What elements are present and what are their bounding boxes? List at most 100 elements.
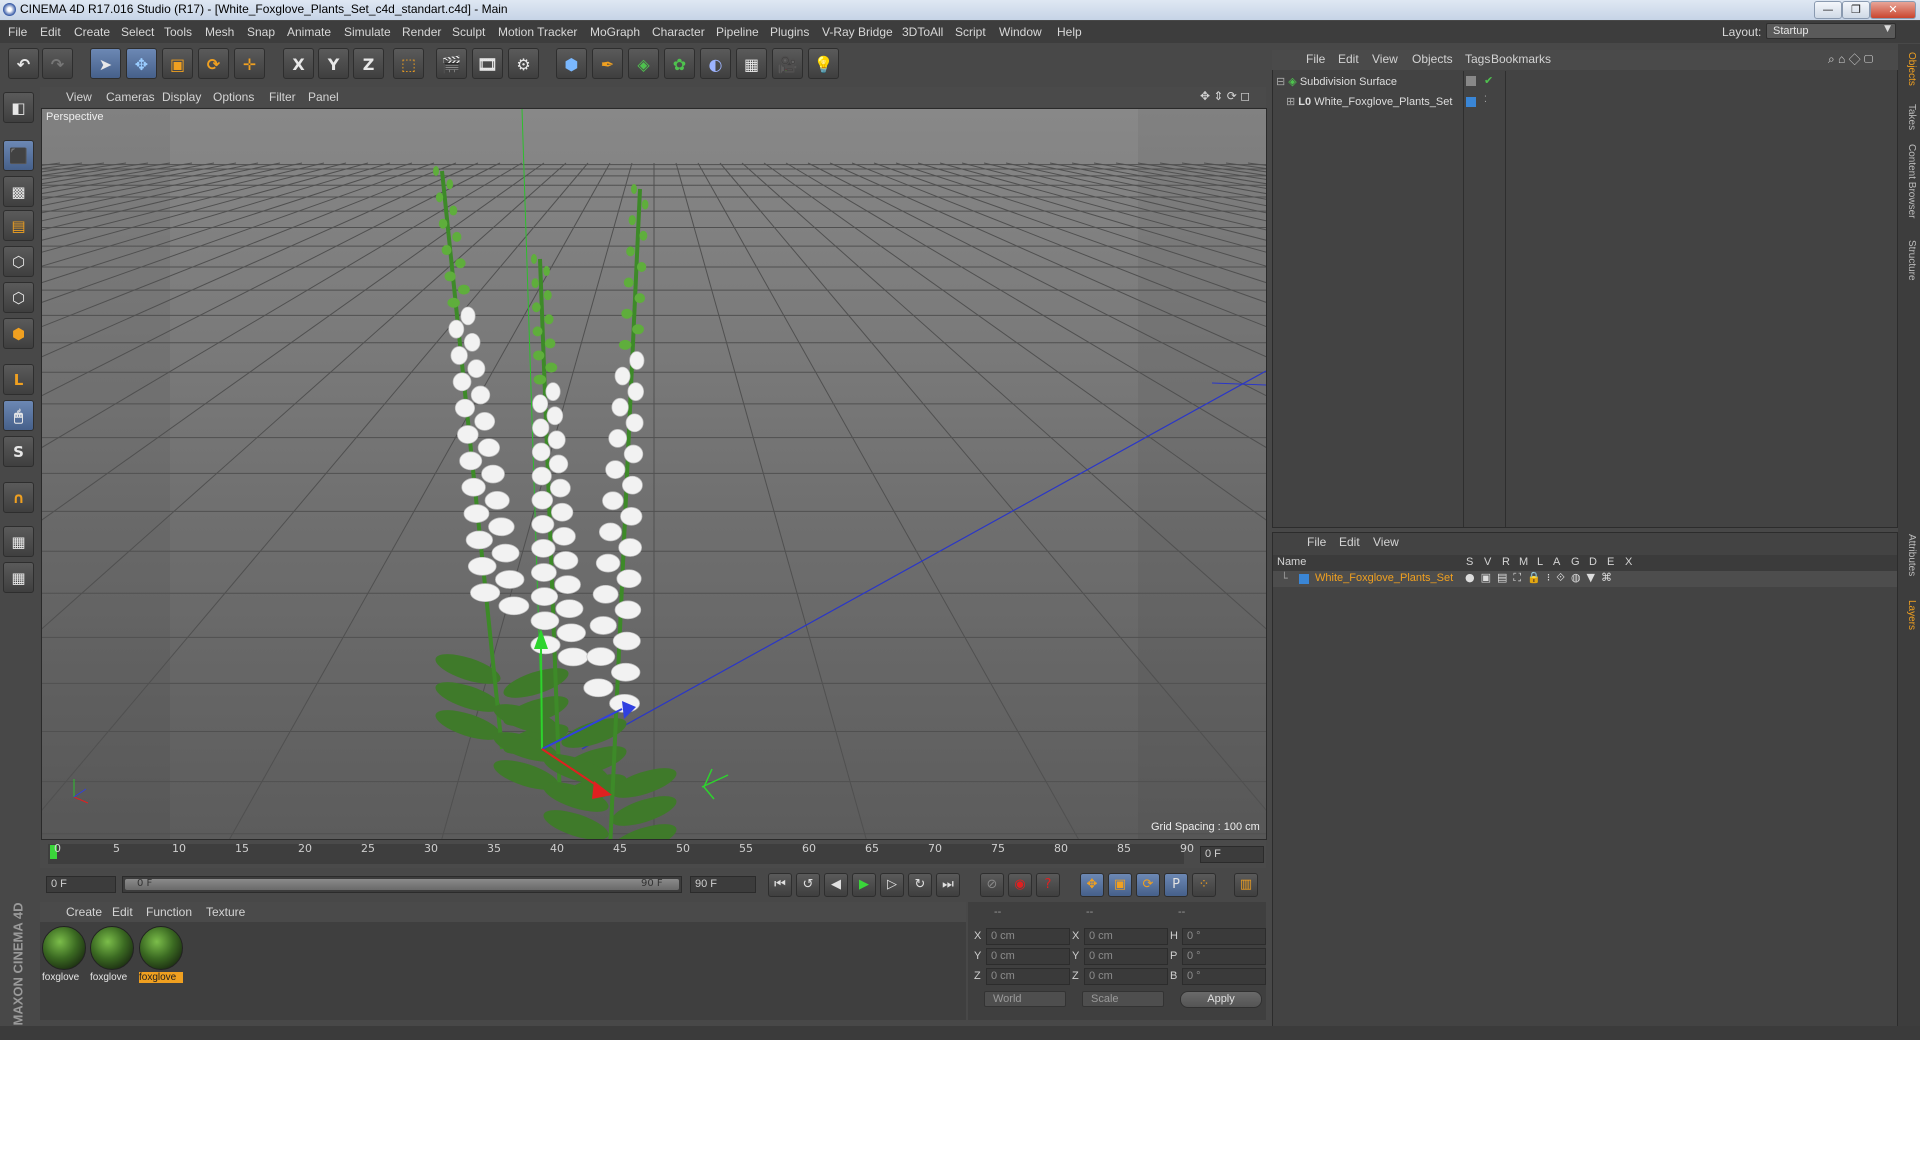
object-menu-objects[interactable]: Objects bbox=[1412, 52, 1453, 66]
subdivision-surface-button[interactable]: ◈ bbox=[628, 48, 659, 79]
timeline-window-button[interactable]: ▥ bbox=[1234, 873, 1258, 897]
recent-tool-button[interactable]: ✛ bbox=[234, 48, 265, 79]
record-keys-button[interactable]: ⊘ bbox=[980, 873, 1004, 897]
polygons-mode-button[interactable]: ⬢ bbox=[3, 318, 34, 349]
tab-attributes[interactable]: Attributes bbox=[1900, 534, 1917, 576]
next-key-button[interactable]: ↻ bbox=[908, 873, 932, 897]
autokey-button[interactable]: ◉ bbox=[1008, 873, 1032, 897]
render-view-button[interactable]: 🎬 bbox=[436, 48, 467, 79]
menu-character[interactable]: Character bbox=[652, 25, 705, 39]
coordinate-mode-dropdown[interactable]: World bbox=[984, 991, 1066, 1007]
position-z-field[interactable]: 0 cm bbox=[986, 968, 1070, 985]
menu-plugins[interactable]: Plugins bbox=[770, 25, 809, 39]
editor-visibility-icon[interactable] bbox=[1466, 76, 1476, 86]
material-menu-texture[interactable]: Texture bbox=[206, 905, 245, 919]
layer-color-swatch[interactable] bbox=[1299, 574, 1309, 584]
goto-end-button[interactable]: ⏭ bbox=[936, 873, 960, 897]
key-parameter-button[interactable]: P bbox=[1164, 873, 1188, 897]
z-axis-lock-button[interactable]: Z bbox=[353, 48, 384, 79]
play-button[interactable]: ▶ bbox=[852, 873, 876, 897]
scale-tool-button[interactable]: ▣ bbox=[162, 48, 193, 79]
redo-button[interactable]: ↷ bbox=[42, 48, 73, 79]
menu-render[interactable]: Render bbox=[402, 25, 441, 39]
enabled-check-icon[interactable]: ✔ bbox=[1484, 74, 1493, 87]
viewport-nav-icons[interactable]: ✥ ⇕ ⟳ ◻ bbox=[1200, 89, 1250, 103]
menu-mograph[interactable]: MoGraph bbox=[590, 25, 640, 39]
material-swatch-selected[interactable]: foxglove bbox=[139, 926, 183, 986]
move-tool-button[interactable]: ✥ bbox=[126, 48, 157, 79]
menu-tools[interactable]: Tools bbox=[164, 25, 192, 39]
tab-content-browser[interactable]: Content Browser bbox=[1900, 144, 1917, 218]
key-pla-button[interactable]: ⁘ bbox=[1192, 873, 1216, 897]
render-settings-button[interactable]: ⚙ bbox=[508, 48, 539, 79]
menu-animate[interactable]: Animate bbox=[287, 25, 331, 39]
material-menu-edit[interactable]: Edit bbox=[112, 905, 133, 919]
material-menu-create[interactable]: Create bbox=[66, 905, 102, 919]
position-x-field[interactable]: 0 cm bbox=[986, 928, 1070, 945]
x-axis-lock-button[interactable]: X bbox=[283, 48, 314, 79]
menu-snap[interactable]: Snap bbox=[247, 25, 275, 39]
floor-button[interactable]: ▦ bbox=[736, 48, 767, 79]
layout-dropdown[interactable]: Startup ▼ bbox=[1766, 23, 1896, 39]
object-menu-tags[interactable]: Tags bbox=[1465, 52, 1490, 66]
texture-mode-button[interactable]: ▩ bbox=[3, 176, 34, 207]
camera-button[interactable]: 🎥 bbox=[772, 48, 803, 79]
goto-start-button[interactable]: ⏮ bbox=[768, 873, 792, 897]
tweak-mode-button[interactable]: 🖱 bbox=[3, 400, 34, 431]
layer-menu-view[interactable]: View bbox=[1373, 535, 1399, 549]
range-slider-handle[interactable] bbox=[125, 879, 679, 890]
menu-pipeline[interactable]: Pipeline bbox=[716, 25, 759, 39]
object-menu-edit[interactable]: Edit bbox=[1338, 52, 1359, 66]
tab-objects[interactable]: Objects bbox=[1900, 52, 1917, 86]
cube-primitive-button[interactable]: ⬢ bbox=[556, 48, 587, 79]
material-swatch[interactable]: foxglove bbox=[42, 926, 86, 986]
menu-simulate[interactable]: Simulate bbox=[344, 25, 391, 39]
cloner-button[interactable]: ✿ bbox=[664, 48, 695, 79]
points-mode-button[interactable]: ⬡ bbox=[3, 246, 34, 277]
key-position-button[interactable]: ✥ bbox=[1080, 873, 1104, 897]
layer-menu-file[interactable]: File bbox=[1307, 535, 1326, 549]
menu-help[interactable]: Help bbox=[1057, 25, 1082, 39]
layer-color-icon[interactable] bbox=[1466, 97, 1476, 107]
object-menu-bookmarks[interactable]: Bookmarks bbox=[1491, 52, 1551, 66]
menu-sculpt[interactable]: Sculpt bbox=[452, 25, 485, 39]
tab-layers[interactable]: Layers bbox=[1900, 600, 1917, 630]
viewport-menu-panel[interactable]: Panel bbox=[308, 90, 339, 104]
viewport-menu-view[interactable]: View bbox=[66, 90, 92, 104]
keyframe-selection-button[interactable]: ? bbox=[1036, 873, 1060, 897]
visibility-dots-icon[interactable]: ⁚ bbox=[1484, 95, 1487, 105]
viewport-menu-cameras[interactable]: Cameras bbox=[106, 90, 155, 104]
tree-row-foxglove-set[interactable]: ⊞ L0 White_Foxglove_Plants_Set bbox=[1286, 95, 1452, 108]
size-z-field[interactable]: 0 cm bbox=[1084, 968, 1168, 985]
lock-workplane-button[interactable]: ▦ bbox=[3, 526, 34, 557]
menu-edit[interactable]: Edit bbox=[40, 25, 61, 39]
size-y-field[interactable]: 0 cm bbox=[1084, 948, 1168, 965]
menu-file[interactable]: File bbox=[8, 25, 27, 39]
viewport-menu-filter[interactable]: Filter bbox=[269, 90, 296, 104]
maximize-button[interactable]: ❐ bbox=[1842, 1, 1870, 19]
rotation-h-field[interactable]: 0 ° bbox=[1182, 928, 1266, 945]
apply-button[interactable]: Apply bbox=[1180, 991, 1262, 1008]
object-menu-view[interactable]: View bbox=[1372, 52, 1398, 66]
size-mode-dropdown[interactable]: Scale bbox=[1082, 991, 1164, 1007]
object-manager-nav-icons[interactable]: ⌕ ⌂ ◇ ▢ bbox=[1828, 52, 1873, 67]
minimize-button[interactable]: — bbox=[1814, 1, 1842, 19]
model-mode-button[interactable]: ⬛ bbox=[3, 140, 34, 171]
menu-vray-bridge[interactable]: V-Ray Bridge bbox=[822, 25, 893, 39]
object-menu-file[interactable]: File bbox=[1306, 52, 1325, 66]
end-frame-field[interactable]: 90 F bbox=[690, 876, 756, 893]
menu-create[interactable]: Create bbox=[74, 25, 110, 39]
menu-script[interactable]: Script bbox=[955, 25, 986, 39]
render-picture-viewer-button[interactable]: 🎞 bbox=[472, 48, 503, 79]
next-frame-button[interactable]: ▷ bbox=[880, 873, 904, 897]
layer-name[interactable]: White_Foxglove_Plants_Set bbox=[1315, 572, 1453, 584]
rotation-p-field[interactable]: 0 ° bbox=[1182, 948, 1266, 965]
make-editable-button[interactable]: ◧ bbox=[3, 92, 34, 123]
menu-3dtoall[interactable]: 3DToAll bbox=[902, 25, 943, 39]
start-frame-field[interactable]: 0 F bbox=[46, 876, 116, 893]
layer-row[interactable]: └ White_Foxglove_Plants_Set ●▣▤⛶🔒⁝⟐◍▼⌘ bbox=[1273, 571, 1897, 587]
perspective-viewport[interactable]: Perspective Grid Spacing : 100 cm bbox=[41, 108, 1267, 840]
menu-window[interactable]: Window bbox=[999, 25, 1042, 39]
layer-flag-icons[interactable]: ●▣▤⛶🔒⁝⟐◍▼⌘ bbox=[1465, 571, 1618, 585]
workplane-mode-button[interactable]: ▤ bbox=[3, 210, 34, 241]
